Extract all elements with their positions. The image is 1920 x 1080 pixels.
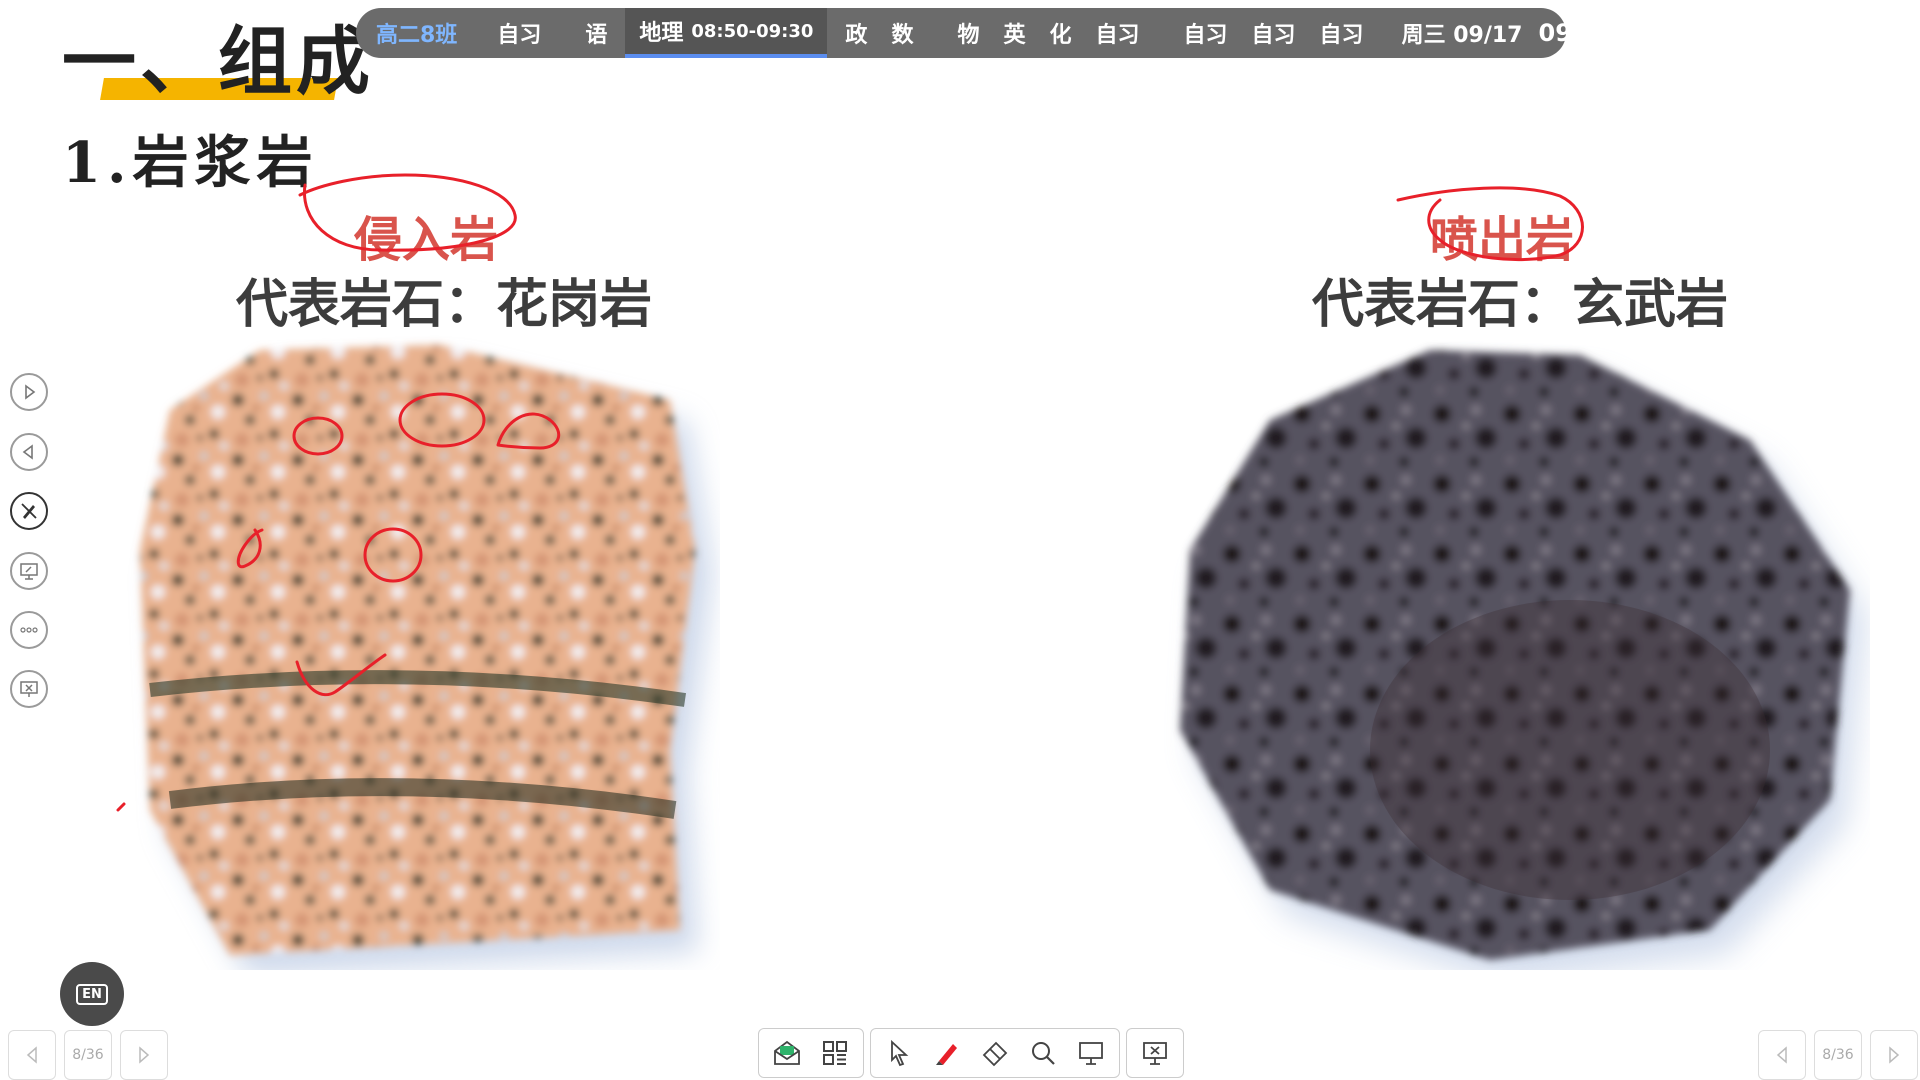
next-slide-button[interactable] — [10, 373, 48, 411]
bottom-toolbar — [758, 1028, 1184, 1078]
current-period: 地理 08:50-09:30 — [625, 8, 828, 58]
pen-off-icon — [21, 503, 37, 519]
schedule-item: 自习 — [1319, 23, 1364, 48]
right-pager: 8/36 — [1758, 1030, 1918, 1080]
play-next-icon — [25, 384, 36, 400]
schedule-item: 政 — [845, 23, 868, 48]
next-page-button[interactable] — [1870, 1030, 1918, 1080]
pen-tool-button[interactable] — [925, 1031, 969, 1075]
schedule-item: 自习 — [1095, 23, 1140, 48]
screen-annotate-button[interactable] — [10, 552, 48, 590]
cursor-icon — [891, 1039, 909, 1067]
search-icon — [1032, 1042, 1055, 1065]
qr-code-icon — [823, 1041, 847, 1065]
exit-presentation-icon — [1143, 1042, 1167, 1065]
schedule-item: 语 — [585, 23, 608, 48]
play-prev-icon — [22, 444, 33, 460]
granite-caption: 代表岩石：花岗岩 — [236, 275, 653, 335]
page-indicator[interactable]: 8/36 — [64, 1030, 112, 1080]
date-label: 周三 09/17 — [1401, 23, 1523, 48]
schedule-item: 化 — [1049, 23, 1072, 48]
language-toggle-button[interactable]: EN — [60, 962, 124, 1026]
whiteboard-icon — [1079, 1042, 1103, 1065]
basalt-image — [1180, 350, 1866, 970]
slide-subheading: 1.岩浆岩 — [62, 130, 319, 196]
eraser-icon — [982, 1041, 1008, 1067]
chevron-left-icon — [26, 1046, 37, 1064]
clock-label: 09:05:05 — [1538, 19, 1658, 47]
schedule-item: 自习 — [1183, 23, 1228, 48]
basalt-caption: 代表岩石：玄武岩 — [1312, 275, 1729, 335]
schedule-item: 数 — [891, 23, 914, 48]
chevron-right-icon — [139, 1046, 150, 1064]
magnifier-tool-button[interactable] — [1021, 1031, 1065, 1075]
current-subject: 地理 — [639, 21, 684, 46]
end-show-button[interactable] — [1133, 1031, 1177, 1075]
granite-image — [140, 345, 713, 970]
select-tool-button[interactable] — [877, 1031, 921, 1075]
schedule-item: 英 — [1003, 23, 1026, 48]
send-slide-button[interactable] — [765, 1031, 809, 1075]
next-page-button[interactable] — [120, 1030, 168, 1080]
left-pager: 8/36 — [8, 1030, 168, 1080]
pen-toggle-button[interactable] — [10, 492, 48, 530]
prev-page-button[interactable] — [8, 1030, 56, 1080]
more-icon — [20, 627, 38, 633]
whiteboard-button[interactable] — [1069, 1031, 1113, 1075]
qr-code-button[interactable] — [813, 1031, 857, 1075]
toolbar-group-tools — [870, 1028, 1120, 1078]
slide-heading: 一、组成 — [62, 19, 374, 105]
prev-page-button[interactable] — [1758, 1030, 1806, 1080]
exit-presentation-icon — [20, 681, 38, 697]
schedule-bar: 高二8班 自习 语 地理 08:50-09:30 政 数 物 英 化 自习 自习… — [356, 8, 1658, 58]
more-button[interactable] — [10, 611, 48, 649]
exit-presentation-button[interactable] — [10, 670, 48, 708]
toolbar-group-share — [758, 1028, 864, 1078]
current-period-time: 08:50-09:30 — [691, 20, 814, 42]
extrusive-rock-annotation: 喷出岩 — [1430, 212, 1575, 268]
previous-slide-button[interactable] — [10, 433, 48, 471]
eraser-tool-button[interactable] — [973, 1031, 1017, 1075]
envelope-icon — [774, 1040, 800, 1065]
page-indicator[interactable]: 8/36 — [1814, 1030, 1862, 1080]
screen-annotate-icon — [20, 563, 38, 580]
pen-icon — [936, 1044, 957, 1065]
schedule-item: 自习 — [497, 23, 542, 48]
class-name[interactable]: 高二8班 — [376, 17, 457, 49]
intrusive-rock-annotation: 侵入岩 — [354, 212, 499, 268]
language-label: EN — [76, 983, 108, 1005]
schedule-item: 自习 — [1251, 23, 1296, 48]
chevron-right-icon — [1889, 1046, 1900, 1064]
schedule-item: 物 — [957, 23, 980, 48]
toolbar-group-exit — [1126, 1028, 1184, 1078]
chevron-left-icon — [1776, 1046, 1787, 1064]
